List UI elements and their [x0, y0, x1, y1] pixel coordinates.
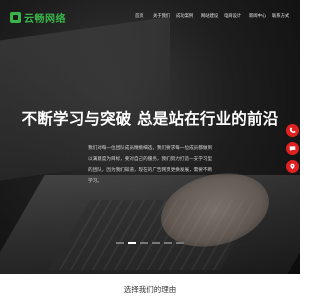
nav-item-cases[interactable]: 成功案例 — [176, 13, 193, 19]
phone-button[interactable] — [286, 124, 299, 137]
slider-dot[interactable] — [116, 242, 124, 244]
nav-item-ecommerce[interactable]: 电商设计 — [224, 13, 241, 19]
slider-dot[interactable] — [140, 242, 148, 244]
top-navigation-bar: 云畅网络 首页 关于我们 成功案例 网站建设 电商设计 新闻中心 联系方式 — [0, 0, 300, 34]
chat-icon — [289, 146, 296, 152]
slider-dot[interactable] — [164, 242, 172, 244]
location-button[interactable] — [286, 160, 299, 173]
nav-item-web-build[interactable]: 网站建设 — [201, 13, 218, 19]
brand-name: 云畅网络 — [24, 14, 66, 25]
nav-item-about[interactable]: 关于我们 — [153, 13, 170, 19]
nav-item-news[interactable]: 新闻中心 — [249, 13, 266, 19]
slider-dots — [0, 242, 300, 246]
nav-item-contact[interactable]: 联系方式 — [272, 13, 289, 19]
brand-logo[interactable]: 云畅网络 — [10, 10, 66, 25]
hero-headline: 不断学习与突破 总是站在行业的前沿 — [21, 110, 279, 128]
slider-dot[interactable] — [176, 242, 184, 244]
hero-intro-text: 我们对每一位团队成员精挑细选，我们要求每一位成员都做到以满意度为目标，要对自己的… — [88, 145, 213, 183]
phone-icon — [289, 127, 296, 133]
slider-dot[interactable] — [152, 242, 160, 244]
chat-button[interactable] — [286, 142, 299, 155]
logo-icon — [10, 12, 21, 23]
slider-dot[interactable] — [128, 242, 136, 244]
location-icon — [290, 163, 295, 170]
hero-banner: 云畅网络 首页 关于我们 成功案例 网站建设 电商设计 新闻中心 联系方式 不断… — [0, 0, 300, 274]
nav-item-home[interactable]: 首页 — [135, 13, 144, 19]
section-title: 选择我们的理由 — [123, 285, 177, 294]
